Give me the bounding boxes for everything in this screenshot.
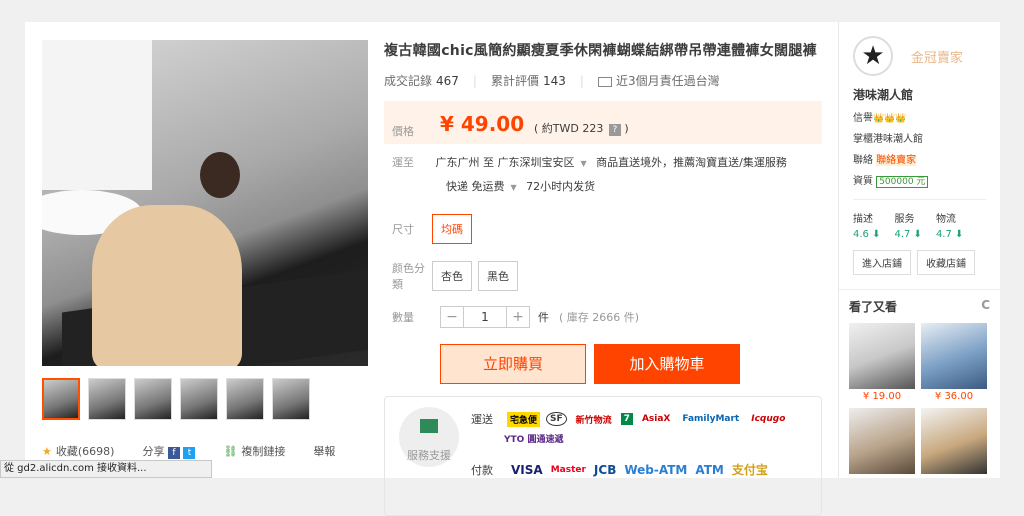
twd-price: ( 約TWD 223 ? )	[534, 122, 629, 136]
refresh-icon[interactable]: C	[981, 298, 990, 315]
decrease-button[interactable]: −	[441, 307, 463, 327]
size-row: 尺寸 均碼	[384, 214, 822, 244]
contact-row: 聯絡 聯絡賣家	[853, 155, 917, 166]
quantity-row: 數量 − 1 + 件 ( 庫存 2666 件)	[384, 306, 822, 328]
buy-now-button[interactable]: 立即購買	[440, 344, 586, 384]
purchase-buttons: 立即購買 加入購物車	[384, 344, 822, 384]
link-icon: ⛓	[223, 445, 238, 458]
shop-name[interactable]: 港味潮人館	[853, 86, 986, 103]
shipping-note: 近3個月責任過台灣	[597, 72, 720, 89]
price-value: ¥ 49.00	[440, 112, 525, 136]
seller-badge: 金冠賣家	[910, 50, 963, 66]
price-box: 價格 ¥ 49.00 ( 約TWD 223 ? )	[384, 101, 822, 144]
see-also-section: 看了又看 C ¥ 19.00 ¥ 36.00	[839, 289, 1000, 476]
star-icon: ★	[42, 445, 52, 458]
thumbnail-strip	[42, 378, 368, 420]
destination-select[interactable]: 广东深圳宝安区 ▼	[498, 156, 593, 169]
quantity-stepper: − 1 +	[440, 306, 530, 328]
favorite-store-button[interactable]: 收藏店鋪	[917, 250, 975, 275]
credit-row: 信譽👑👑👑	[853, 113, 907, 124]
carrier-logos: 運送 宅急便 SF 新竹物流 7 AsiaX FamilyMart Icqugo…	[471, 411, 788, 450]
payment-logo: VISA	[511, 462, 543, 477]
delivery-method-row: 快递 免运费 ▼ 72小时内发货	[446, 180, 596, 193]
carrier-logo: FamilyMart	[682, 414, 740, 424]
carrier-logo: 宅急便	[507, 411, 541, 427]
carrier-logo: 7	[620, 413, 633, 425]
shop-ratings: 描述 4.6 ⬇ 服务 4.7 ⬇ 物流 4.7 ⬇	[853, 199, 986, 240]
price-label: 價格	[392, 125, 414, 138]
seller-panel: ★ 金冠賣家 港味潮人館 信譽👑👑👑 掌櫃港味潮人館 聯絡 聯絡賣家 資質 50…	[838, 22, 1000, 478]
payment-methods: 付款 VISA Master JCB Web-ATM ATM 支付宝	[471, 462, 768, 478]
carrier-logo: 新竹物流	[575, 415, 612, 426]
see-also-title: 看了又看	[849, 300, 898, 314]
contact-seller-button[interactable]: 聯絡賣家	[876, 155, 917, 166]
chevron-down-icon: ▼	[580, 159, 587, 168]
carrier-logo: Icqugo	[751, 414, 786, 424]
product-page: ★ 收藏(6698) 分享 f t ⛓ 複制鏈接 舉報 複古韓國chic風簡約顯瘦夏…	[25, 22, 1000, 516]
payment-logo: JCB	[593, 462, 617, 477]
carrier-logo: SF	[546, 412, 567, 426]
store-buttons: 進入店鋪 收藏店鋪	[853, 250, 986, 275]
quantity-input[interactable]: 1	[463, 307, 507, 327]
thumbnail[interactable]	[88, 378, 126, 420]
color-row: 颜色分類 杏色 黑色	[384, 260, 822, 292]
keeper-row: 掌櫃港味潮人館	[853, 134, 923, 145]
service-box: 服務支援 運送 宅急便 SF 新竹物流 7 AsiaX FamilyMart I…	[384, 396, 822, 516]
review-count[interactable]: 累計評價 143	[491, 72, 566, 89]
main-product-image[interactable]	[42, 40, 368, 366]
carrier-logo: YTO 圓通速遞	[504, 435, 564, 445]
color-option[interactable]: 杏色	[432, 261, 472, 291]
add-to-cart-button[interactable]: 加入購物車	[594, 344, 740, 384]
twitter-icon[interactable]: t	[183, 447, 196, 459]
image-gallery	[42, 40, 368, 420]
shipping-method-select[interactable]: 快递 免运费 ▼	[446, 180, 523, 193]
copy-link-button[interactable]: ⛓ 複制鏈接	[223, 443, 285, 459]
share-row: ★ 收藏(6698) 分享 f t ⛓ 複制鏈接 舉報	[42, 443, 335, 459]
recommended-item[interactable]: ¥ 36.00	[921, 323, 987, 402]
thumbnail[interactable]	[180, 378, 218, 420]
stock-count: ( 庫存 2666 件)	[559, 311, 640, 324]
share-group: 分享 f t	[142, 443, 196, 459]
product-stats: 成交記錄 467 | 累計評價 143 | 近3個月責任過台灣	[384, 72, 720, 89]
enter-store-button[interactable]: 進入店鋪	[853, 250, 911, 275]
payment-logo: Master	[550, 464, 586, 475]
recommended-item[interactable]: ¥ 19.00	[849, 323, 915, 402]
carrier-logo: AsiaX	[641, 414, 671, 424]
shop-avatar[interactable]: ★	[853, 36, 893, 76]
truck-icon	[597, 76, 612, 87]
facebook-icon[interactable]: f	[167, 447, 180, 459]
deposit-row: 資質 500000 元	[853, 172, 986, 188]
browser-status-bar: 從 gd2.alicdn.com 接收資料...	[0, 460, 212, 478]
payment-logo: 支付宝	[731, 463, 768, 477]
color-option[interactable]: 黑色	[478, 261, 518, 291]
thumbnail[interactable]	[134, 378, 172, 420]
product-info: 複古韓國chic風簡約顯瘦夏季休閑褲蝴蝶結綁帶吊帶連體褲女闊腿褲 成交記錄 467…	[384, 40, 822, 516]
recommended-item[interactable]	[921, 408, 987, 476]
sales-count: 成交記錄 467	[384, 74, 459, 88]
payment-logo: ATM	[695, 462, 724, 477]
thumbnail[interactable]	[226, 378, 264, 420]
product-title: 複古韓國chic風簡約顯瘦夏季休閑褲蝴蝶結綁帶吊帶連體褲女闊腿褲	[384, 43, 817, 59]
chevron-down-icon: ▼	[510, 183, 517, 192]
favorite-button[interactable]: ★ 收藏(6698)	[42, 443, 114, 459]
increase-button[interactable]: +	[507, 307, 529, 327]
size-option[interactable]: 均碼	[432, 214, 472, 244]
delivery-row: 運至 广东广州 至 广东深圳宝安区 ▼ 商品直送境外，推薦淘寶直送/集運服務	[392, 156, 787, 169]
payment-logo: Web-ATM	[624, 462, 688, 477]
recommended-item[interactable]	[849, 408, 915, 476]
report-link[interactable]: 舉報	[313, 443, 335, 459]
thumbnail[interactable]	[272, 378, 310, 420]
thumbnail[interactable]	[42, 378, 80, 420]
help-icon[interactable]: ?	[608, 124, 621, 136]
